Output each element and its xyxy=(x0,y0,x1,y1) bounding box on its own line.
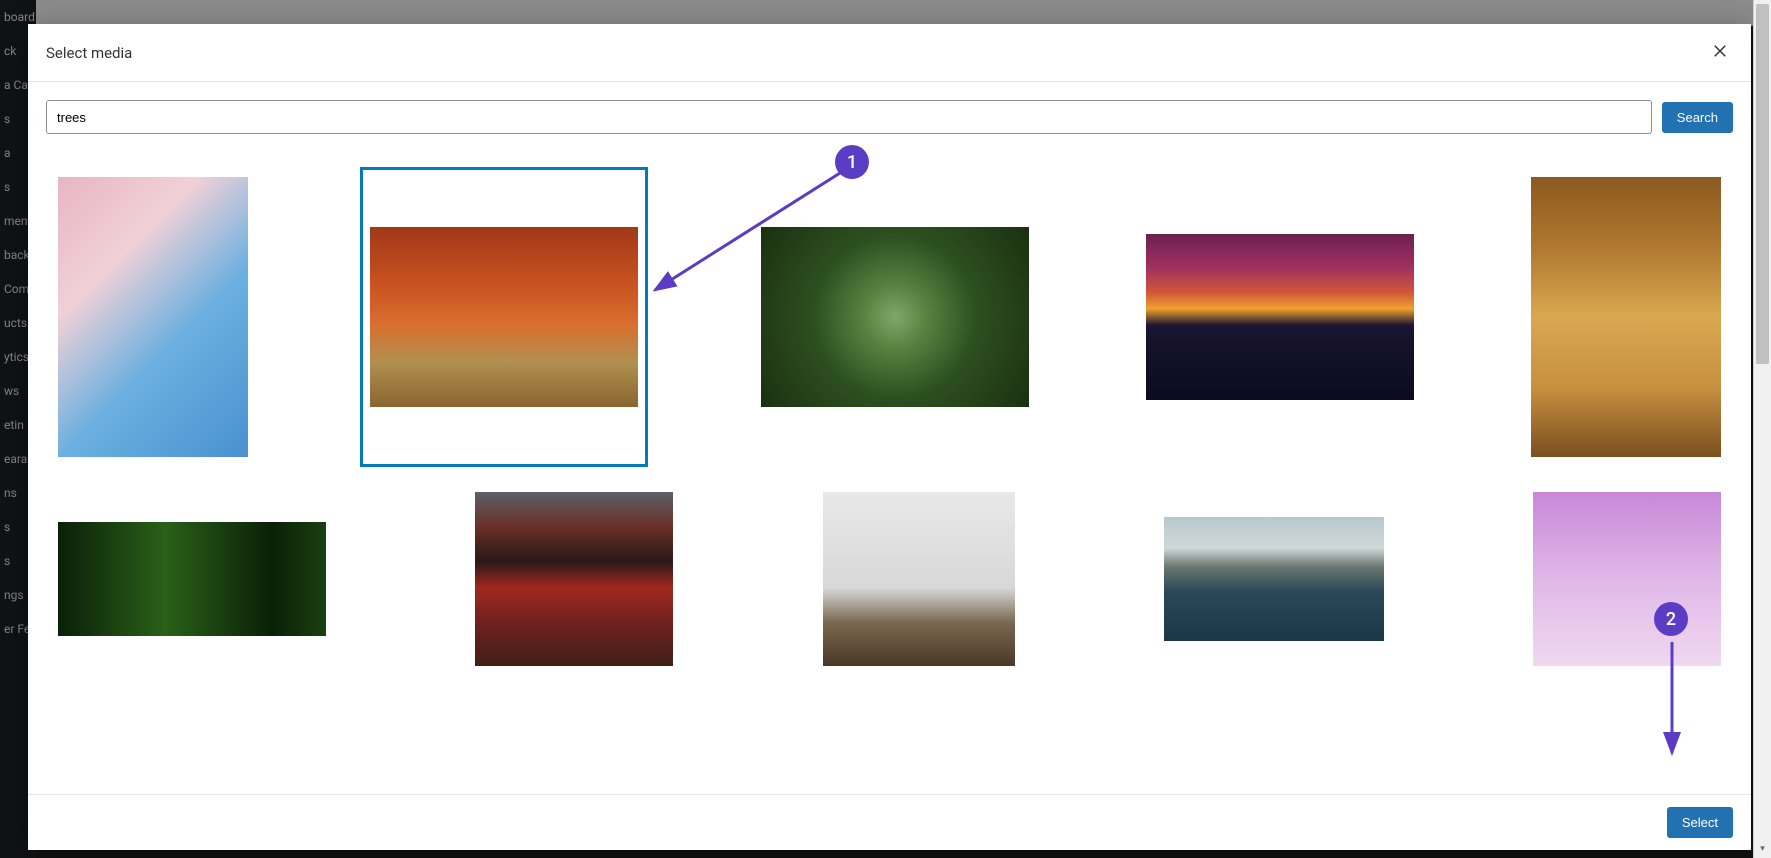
scrollbar-thumb[interactable] xyxy=(1756,4,1769,364)
media-thumb-green-forest[interactable] xyxy=(58,522,326,636)
thumb-image xyxy=(1533,492,1721,666)
page-scrollbar[interactable]: ▴ ▾ xyxy=(1753,0,1771,858)
thumb-image xyxy=(58,177,248,457)
annotation-bubble-2: 2 xyxy=(1654,602,1688,636)
modal-title: Select media xyxy=(46,44,132,62)
search-row: Search xyxy=(28,82,1751,152)
thumb-image xyxy=(58,522,326,636)
media-thumb-purple-gradient[interactable] xyxy=(1533,492,1721,666)
modal-footer: Select xyxy=(28,794,1751,850)
select-media-modal: Select media Search Select xyxy=(28,24,1751,850)
scroll-down-arrow[interactable]: ▾ xyxy=(1754,840,1771,858)
media-thumb-cherry-blossom[interactable] xyxy=(58,177,248,457)
thumb-image xyxy=(475,492,673,666)
thumb-image xyxy=(370,227,638,407)
annotation-arrow-2 xyxy=(1660,638,1690,768)
media-gallery xyxy=(28,152,1751,794)
gallery-row xyxy=(58,492,1721,666)
media-thumb-sunset-tree[interactable] xyxy=(1146,234,1414,400)
annotation-bubble-1: 1 xyxy=(835,145,869,179)
media-thumb-golden-path[interactable] xyxy=(1531,177,1721,457)
media-thumb-red-trees[interactable] xyxy=(475,492,673,666)
media-thumb-misty-forest[interactable] xyxy=(823,492,1015,666)
search-button[interactable]: Search xyxy=(1662,102,1733,133)
annotation-arrow-1 xyxy=(640,165,860,305)
media-thumb-autumn-road[interactable] xyxy=(365,172,643,462)
thumb-image xyxy=(1531,177,1721,457)
search-input[interactable] xyxy=(46,100,1652,134)
thumb-image xyxy=(1146,234,1414,400)
close-button[interactable] xyxy=(1707,38,1733,67)
gallery-row xyxy=(58,172,1721,462)
modal-header: Select media xyxy=(28,24,1751,82)
close-icon xyxy=(1711,48,1729,63)
thumb-image xyxy=(1164,517,1384,641)
thumb-image xyxy=(823,492,1015,666)
media-thumb-mountain-lake[interactable] xyxy=(1164,517,1384,641)
select-button[interactable]: Select xyxy=(1667,807,1733,838)
